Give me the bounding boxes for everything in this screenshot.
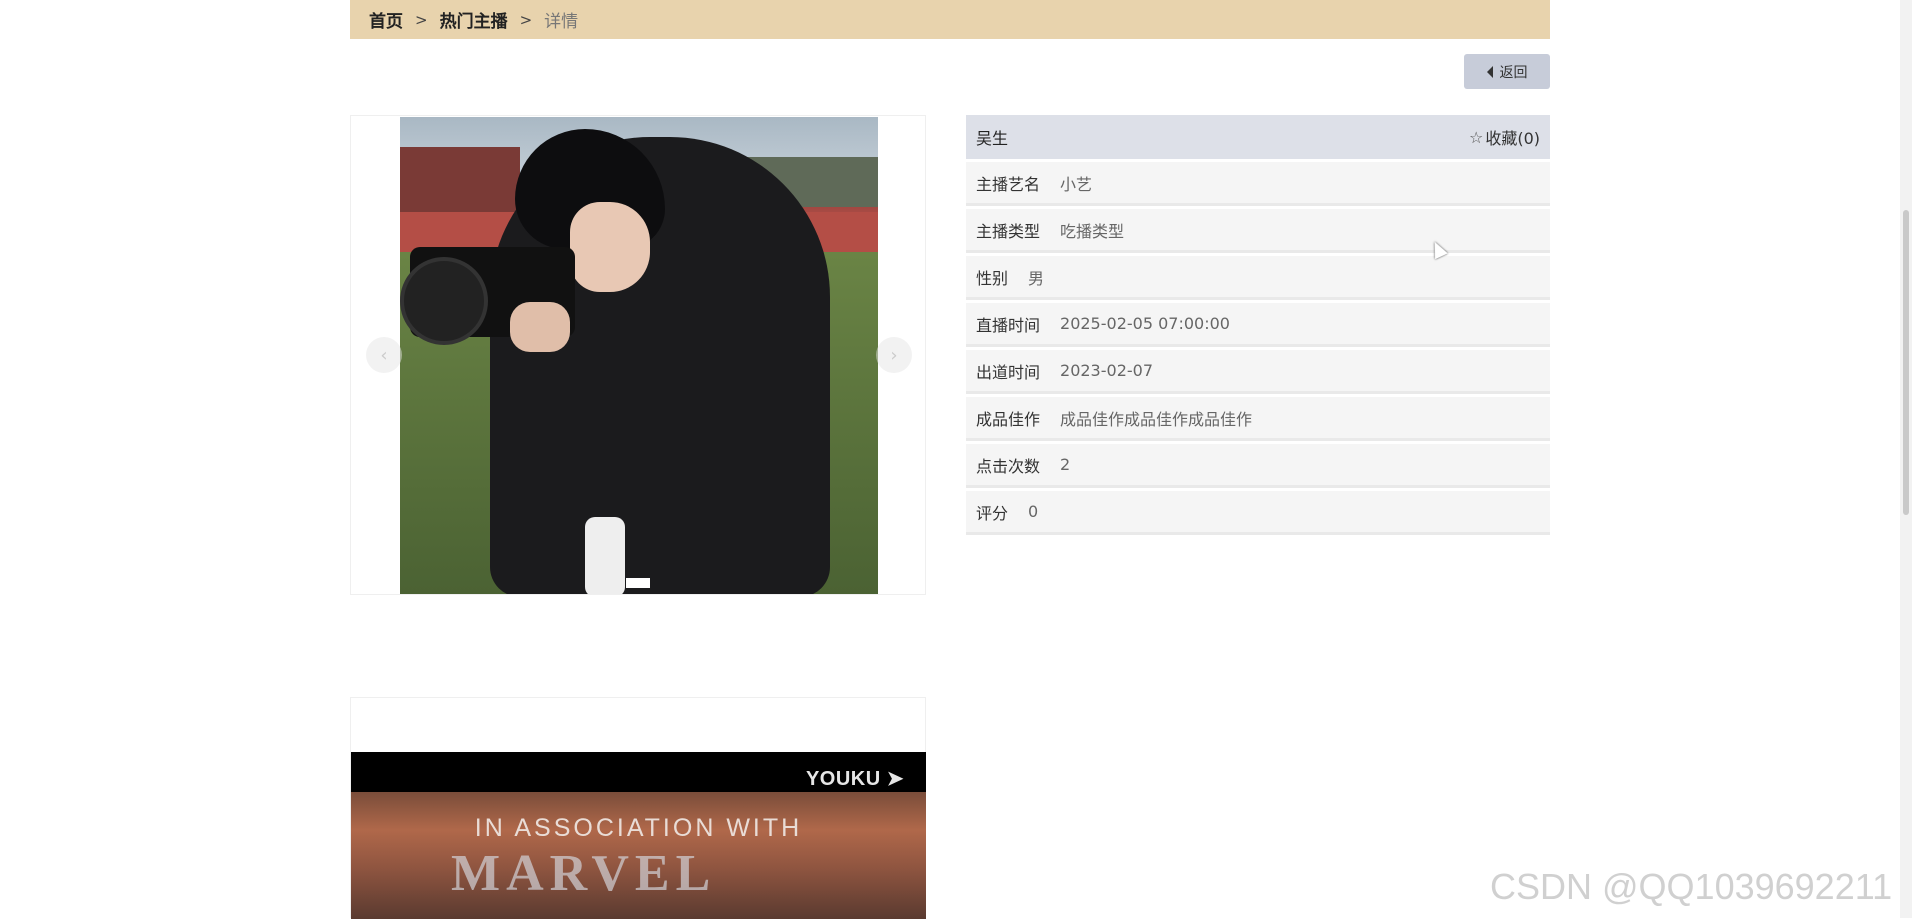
detail-row-debut-time: 出道时间 2023-02-07 [966,350,1550,394]
detail-row-rating: 评分 0 [966,491,1550,535]
detail-row-gender: 性别 男 [966,256,1550,300]
video-logo-text: MARVEL [451,845,717,902]
carousel-indicator[interactable] [626,578,650,588]
carousel-next-button[interactable]: › [876,337,912,373]
detail-row-type: 主播类型 吃播类型 [966,209,1550,253]
breadcrumb-separator: > [415,10,428,29]
watermark: CSDN @QQ1039692211 [1490,866,1893,907]
detail-value: 男 [1028,268,1045,288]
breadcrumb: 首页 > 热门主播 > 详情 [350,0,1550,39]
youku-logo: YOUKU ➤ [805,768,904,790]
scrollbar-thumb[interactable] [1903,210,1909,515]
detail-key: 评分 [976,503,1009,523]
streamer-photo [400,117,878,594]
detail-row-works: 成品佳作 成品佳作成品佳作成品佳作 [966,397,1550,441]
caret-left-icon [1486,65,1493,78]
breadcrumb-home-link[interactable]: 首页 [369,7,403,32]
detail-key: 成品佳作 [976,409,1041,429]
detail-row-live-time: 直播时间 2025-02-05 07:00:00 [966,303,1550,347]
breadcrumb-current: 详情 [544,12,579,32]
detail-key: 性别 [976,268,1009,288]
detail-key: 主播艺名 [976,174,1041,194]
video-player[interactable]: YOUKU ➤ IN ASSOCIATION WITH MARVEL [351,752,926,919]
star-icon: ☆ [1468,127,1484,147]
video-card: YOUKU ➤ IN ASSOCIATION WITH MARVEL [350,697,926,919]
detail-value: 成品佳作成品佳作成品佳作 [1060,409,1253,429]
detail-key: 主播类型 [976,221,1041,241]
back-button-label: 返回 [1499,64,1528,81]
streamer-detail-panel: 吴生 ☆ 收藏(0) 主播艺名 小艺 主播类型 吃播类型 性别 男 直播时间 2… [966,115,1550,535]
video-caption: IN ASSOCIATION WITH [474,814,803,842]
favorite-label: 收藏(0) [1485,129,1540,148]
detail-key: 点击次数 [976,456,1041,476]
breadcrumb-separator: > [519,10,533,29]
detail-row-clicks: 点击次数 2 [966,444,1550,488]
detail-header: 吴生 ☆ 收藏(0) [966,115,1550,159]
vertical-scrollbar[interactable] [1900,0,1912,918]
detail-value: 2 [1060,455,1071,474]
detail-value: 吃播类型 [1060,221,1125,241]
back-button[interactable]: 返回 [1464,54,1550,89]
breadcrumb-section-link[interactable]: 热门主播 [440,7,508,32]
detail-value: 小艺 [1060,174,1093,194]
streamer-name: 吴生 [976,129,1009,148]
detail-key: 出道时间 [976,362,1041,382]
detail-value: 0 [1028,502,1039,521]
detail-row-stage-name: 主播艺名 小艺 [966,162,1550,206]
image-carousel: ‹ › [350,115,926,595]
favorite-button[interactable]: ☆ 收藏(0) [1469,125,1540,149]
carousel-prev-button[interactable]: ‹ [366,337,402,373]
detail-value: 2023-02-07 [1060,361,1153,380]
detail-value: 2025-02-05 07:00:00 [1060,314,1230,333]
detail-key: 直播时间 [976,315,1041,335]
